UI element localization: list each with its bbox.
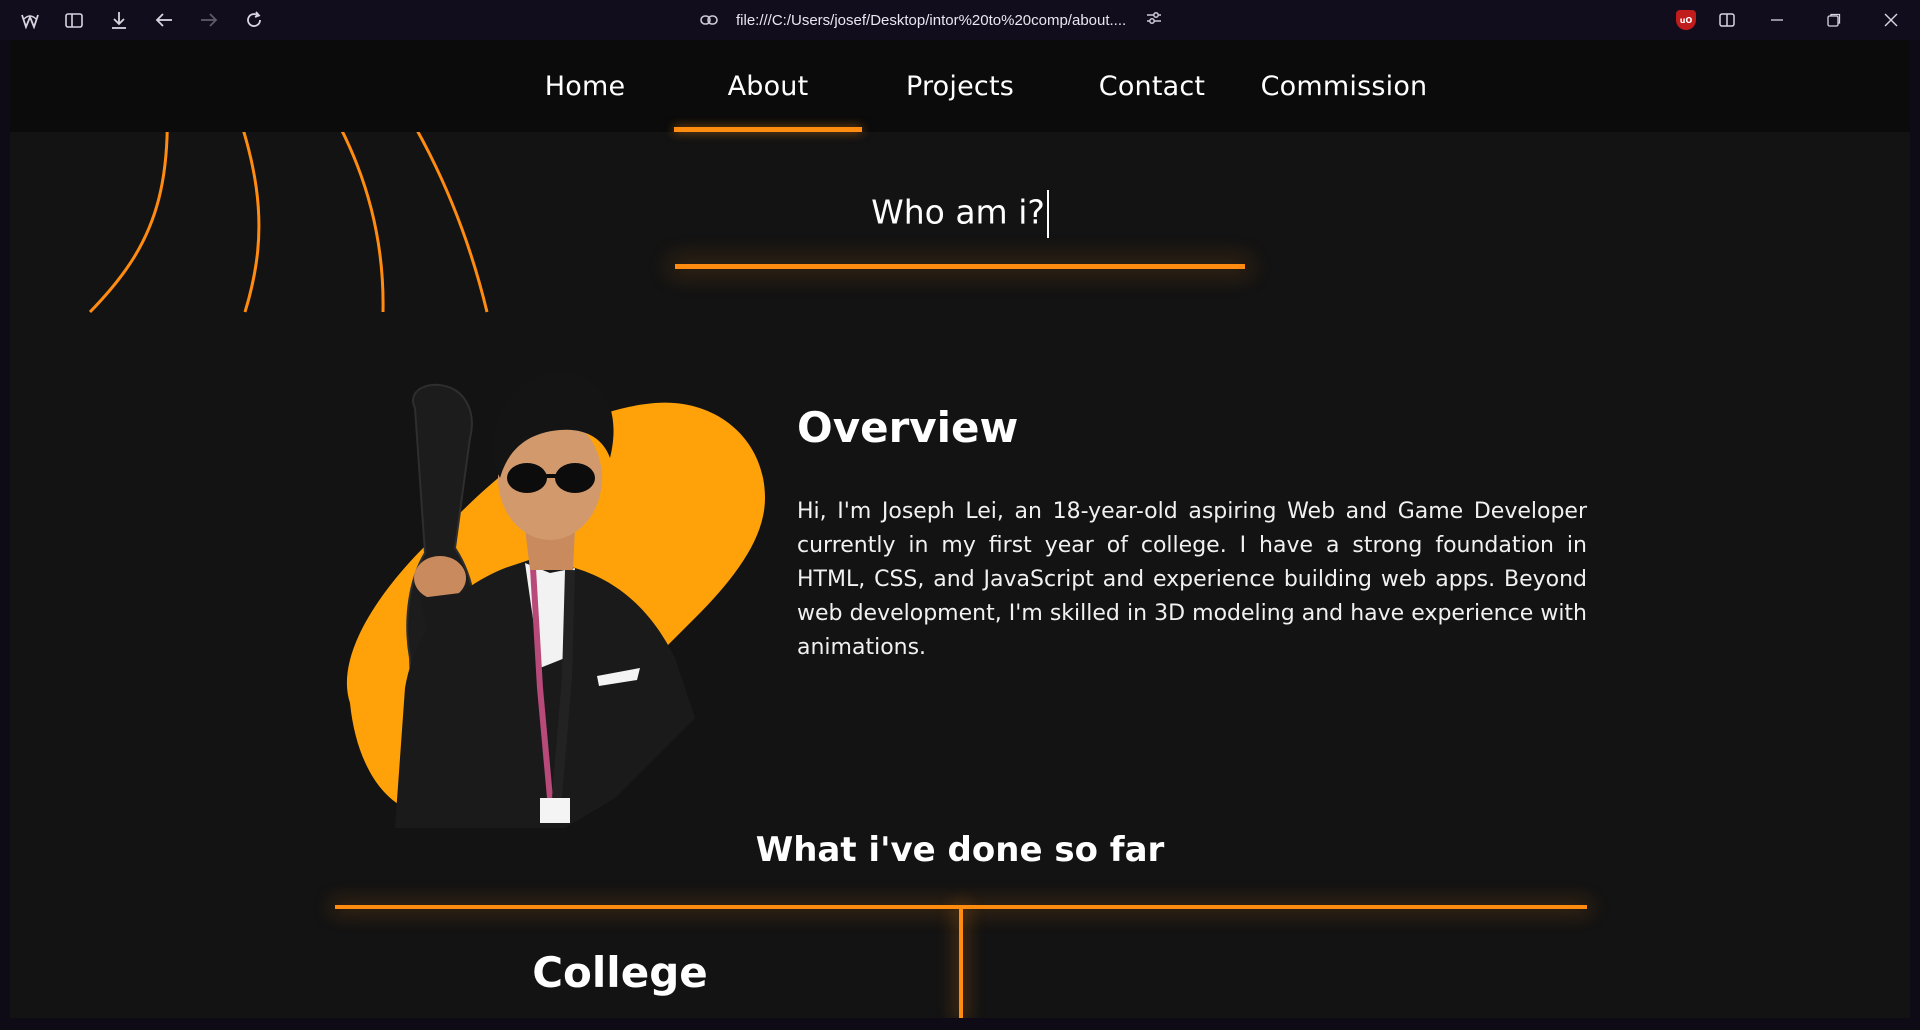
back-icon[interactable]: [151, 8, 177, 32]
profile-photo: [346, 372, 765, 828]
page-viewport: Home About Projects Contact Commission W…: [10, 40, 1910, 1018]
nav-commission[interactable]: Commission: [1250, 40, 1438, 132]
nav-about[interactable]: About: [674, 40, 862, 132]
ublock-icon[interactable]: uO: [1676, 10, 1696, 30]
link-icon: [700, 11, 722, 29]
sidebar-icon[interactable]: [61, 8, 87, 32]
nav-contact[interactable]: Contact: [1058, 40, 1246, 132]
nav-projects[interactable]: Projects: [866, 40, 1054, 132]
overview-text: Hi, I'm Joseph Lei, an 18-year-old aspir…: [797, 499, 1587, 660]
address-bar[interactable]: file:///C:/Users/josef/Desktop/intor%20t…: [700, 7, 1180, 33]
nav-home[interactable]: Home: [491, 40, 679, 132]
split-view-icon[interactable]: [1714, 8, 1740, 32]
close-icon[interactable]: [1878, 8, 1904, 32]
forward-icon[interactable]: [196, 8, 222, 32]
timeline-item-college: College: [532, 948, 708, 997]
text-caret: [1046, 190, 1049, 238]
reload-icon[interactable]: [241, 8, 267, 32]
hero-title: Who am i?: [675, 190, 1245, 250]
download-icon[interactable]: [106, 8, 132, 32]
tune-icon[interactable]: [1146, 11, 1162, 29]
top-navbar: Home About Projects Contact Commission: [10, 40, 1910, 132]
browser-logo-icon[interactable]: [17, 8, 43, 32]
hero-title-text: Who am i?: [871, 192, 1045, 232]
hero-underline: [675, 264, 1245, 269]
overview-title: Overview: [797, 403, 1019, 452]
minimize-icon[interactable]: [1764, 8, 1790, 32]
timeline-title: What i've done so far: [755, 830, 1165, 870]
restore-icon[interactable]: [1821, 8, 1847, 32]
browser-toolbar: file:///C:/Users/josef/Desktop/intor%20t…: [0, 0, 1920, 40]
timeline-vertical-line: [959, 907, 963, 1018]
url-text[interactable]: file:///C:/Users/josef/Desktop/intor%20t…: [736, 12, 1126, 29]
